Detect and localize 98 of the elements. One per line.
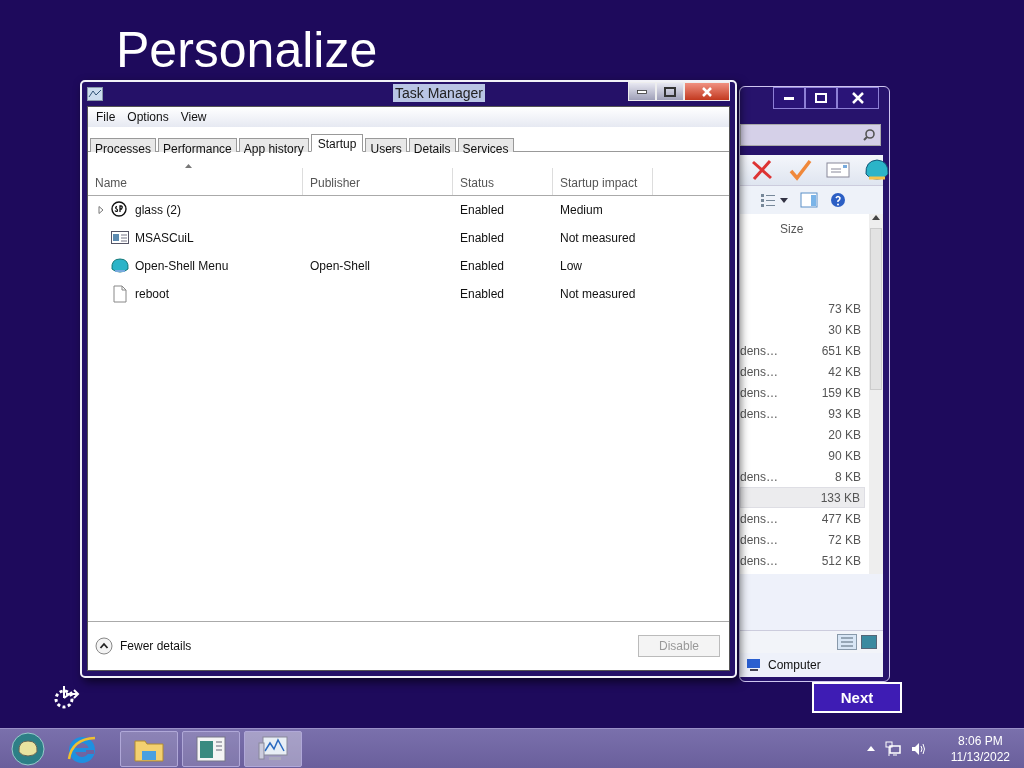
file-type: dens… (740, 343, 779, 358)
clock-time: 8:06 PM (958, 732, 1003, 749)
pane-icon[interactable] (800, 192, 818, 208)
impact-text: Not measured (560, 287, 636, 301)
ease-of-access-icon[interactable] (52, 684, 80, 710)
minimize-icon (637, 89, 647, 94)
app-name: MSASCuiL (135, 231, 194, 245)
search-icon (862, 128, 876, 142)
selected-row[interactable]: 133 KB (740, 487, 865, 508)
chart-icon (87, 87, 103, 101)
impact-text: Low (560, 259, 582, 273)
check-icon[interactable] (788, 159, 812, 181)
page-heading: Personalize (116, 22, 378, 78)
scrollbar[interactable] (869, 214, 883, 574)
fewer-details-button[interactable]: Fewer details (95, 637, 192, 655)
close-icon (702, 86, 712, 97)
menu-item[interactable]: View (174, 110, 213, 124)
window-icon (111, 229, 129, 247)
chevron-up-icon (95, 637, 113, 655)
app-name: Open-Shell Menu (135, 259, 229, 273)
minimize-icon (784, 96, 794, 100)
close-button[interactable] (837, 87, 879, 109)
thumbnail-view-icon[interactable] (861, 635, 877, 649)
taskbar-button[interactable] (120, 730, 178, 767)
sp-icon (111, 201, 129, 219)
status-text: Enabled (460, 231, 505, 245)
taskbar-button[interactable] (244, 730, 302, 767)
file-type: dens… (740, 385, 779, 400)
file-size: 72 KB (828, 532, 861, 547)
window-icon (196, 735, 226, 762)
expand-icon[interactable] (97, 206, 105, 214)
start-button[interactable] (8, 730, 48, 767)
app-name: reboot (135, 287, 170, 301)
envelope-icon[interactable] (826, 161, 850, 179)
file-size: 90 KB (828, 448, 861, 463)
help-icon[interactable] (830, 192, 846, 208)
file-type: dens… (740, 553, 779, 568)
column-header[interactable]: Publisher (310, 176, 361, 190)
status-text: Enabled (460, 287, 505, 301)
file-size: 512 KB (821, 553, 861, 568)
scroll-thumb[interactable] (870, 228, 882, 390)
window-title: Task Manager (393, 84, 485, 102)
file-size: 477 KB (821, 511, 861, 526)
tab[interactable]: Services (457, 138, 514, 152)
file-size: 73 KB (828, 301, 861, 316)
column-header[interactable]: Status (460, 176, 495, 190)
tab[interactable]: Details (408, 138, 456, 152)
maximize-icon (664, 86, 676, 97)
file-size: 30 KB (828, 322, 861, 337)
file-size: 93 KB (828, 406, 861, 421)
menu-item[interactable]: Options (121, 110, 175, 124)
clock-date: 11/13/2022 (950, 748, 1010, 765)
file-type: dens… (740, 532, 779, 547)
maximize-button[interactable] (805, 87, 837, 109)
file-size: 651 KB (821, 343, 861, 358)
computer-icon (746, 658, 762, 672)
publisher-name: Open-Shell (310, 259, 371, 273)
file-size: 20 KB (828, 427, 861, 442)
clock[interactable]: 8:06 PM 11/13/2022 (950, 732, 1010, 765)
file-type: dens… (740, 364, 779, 379)
next-button[interactable]: Next (812, 682, 902, 713)
network-icon[interactable] (884, 740, 901, 757)
impact-text: Medium (560, 203, 603, 217)
taskbar-button[interactable] (182, 730, 240, 767)
sort-arrow-icon (185, 164, 192, 168)
file-type: dens… (740, 511, 779, 526)
tab[interactable]: Startup (310, 134, 364, 152)
column-header[interactable]: Name (95, 176, 127, 190)
column-header[interactable]: Size (780, 222, 804, 236)
column-header[interactable]: Startup impact (560, 176, 638, 190)
status-text: Enabled (460, 259, 505, 273)
chevron-up-icon[interactable] (866, 746, 875, 751)
start-orb-icon (11, 731, 45, 766)
file-size: 133 KB (820, 490, 860, 505)
close-icon (852, 92, 864, 104)
file-size: 159 KB (821, 385, 861, 400)
menu-item[interactable]: File (90, 110, 122, 124)
minimize-button[interactable] (773, 87, 805, 109)
file-icon (111, 285, 129, 303)
view-list-icon[interactable] (760, 193, 788, 207)
shell-icon[interactable] (864, 158, 890, 182)
file-type: dens… (740, 469, 779, 484)
file-type: dens… (740, 406, 779, 421)
cross-icon[interactable] (750, 159, 774, 181)
maximize-icon (815, 93, 827, 103)
location-label: Computer (768, 658, 821, 672)
tab[interactable]: Performance (158, 138, 237, 152)
tab[interactable]: Users (365, 138, 407, 152)
search-field[interactable] (740, 124, 881, 146)
file-size: 42 KB (828, 364, 861, 379)
tab[interactable]: Processes (90, 138, 157, 152)
impact-text: Not measured (560, 231, 636, 245)
app-name: glass (2) (135, 203, 181, 217)
monitor-icon (257, 734, 289, 763)
shell-icon (111, 257, 129, 275)
details-view-icon[interactable] (837, 634, 857, 650)
file-size: 8 KB (835, 469, 861, 484)
status-text: Enabled (460, 203, 505, 217)
